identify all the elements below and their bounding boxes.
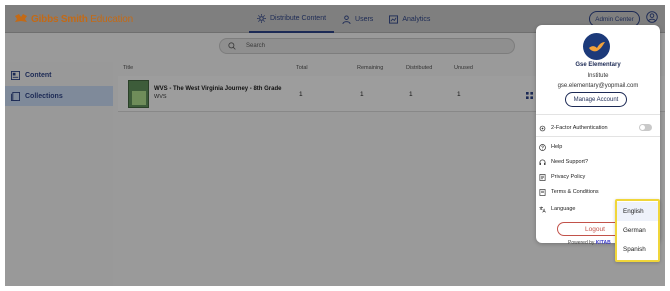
language-option-spanish[interactable]: Spanish	[617, 240, 658, 259]
book-cover-thumbnail	[128, 80, 149, 108]
tab-label: Analytics	[402, 15, 431, 23]
search-input[interactable]: Search	[246, 43, 265, 49]
language-icon	[539, 205, 546, 213]
cell-remaining: 1	[360, 91, 364, 98]
search-icon	[228, 42, 236, 50]
column-header-title: Title	[123, 65, 134, 71]
column-header-unused: Unused	[454, 65, 473, 71]
language-dropdown: English German Spanish	[615, 199, 660, 262]
menu-item-support[interactable]: Need Support?	[539, 156, 657, 168]
row-title: WVS - The West Virginia Journey - 8th Gr…	[154, 86, 282, 92]
divider	[536, 136, 660, 137]
profile-role: Institute	[587, 73, 609, 79]
search-bar[interactable]: Search	[219, 38, 515, 54]
cell-unused: 1	[457, 91, 461, 98]
language-option-german[interactable]: German	[617, 221, 658, 240]
column-header-distributed: Distributed	[406, 65, 433, 71]
language-option-english[interactable]: English	[617, 202, 658, 221]
brand-logo[interactable]: Gibbs Smith Education	[14, 10, 133, 28]
profile-email: gse.elementary@yopmail.com	[557, 83, 639, 89]
profile-name: Gse Elementary	[575, 62, 621, 68]
cell-total: 1	[299, 91, 303, 98]
sidebar-item-content[interactable]: Content	[5, 65, 113, 85]
column-header-total: Total	[296, 65, 308, 71]
brand-name: Gibbs Smith Education	[31, 14, 133, 25]
sidebar: Content Collections	[5, 62, 113, 286]
menu-item-terms[interactable]: Terms & Conditions	[539, 186, 657, 198]
tab-label: Users	[355, 15, 374, 23]
users-icon	[342, 14, 351, 24]
app-window: Gibbs Smith Education Distribute Content…	[5, 5, 665, 286]
main-nav: Distribute Content Users Analytics	[249, 5, 438, 33]
avatar	[583, 33, 610, 60]
menu-item-privacy[interactable]: Privacy Policy	[539, 171, 657, 183]
sidebar-item-collections[interactable]: Collections	[5, 86, 113, 106]
shield-gear-icon	[539, 125, 546, 131]
content-icon	[11, 70, 20, 80]
terms-icon	[539, 188, 546, 196]
collections-icon	[11, 91, 20, 101]
bird-logo-icon	[588, 41, 605, 51]
user-account-icon[interactable]	[646, 11, 658, 23]
cell-distributed: 1	[409, 91, 413, 98]
powered-by-prefix: Powered by	[568, 240, 595, 246]
tab-users[interactable]: Users	[334, 5, 381, 33]
logo-icon	[15, 14, 27, 22]
help-icon	[539, 143, 546, 151]
row-code: WVS	[154, 94, 167, 100]
menu-item-label: Privacy Policy	[551, 174, 586, 180]
tab-analytics[interactable]: Analytics	[381, 5, 438, 33]
brand-name-bold: Gibbs Smith	[31, 13, 88, 25]
analytics-icon	[389, 14, 399, 24]
powered-by: Powered by KITAB	[568, 240, 611, 246]
manage-account-button[interactable]: Manage Account	[565, 92, 627, 107]
sidebar-item-label: Content	[25, 71, 52, 79]
menu-item-label: Terms & Conditions	[551, 189, 599, 195]
menu-item-help[interactable]: Help	[539, 141, 657, 153]
tab-label: Distribute Content	[270, 14, 327, 22]
privacy-icon	[539, 173, 546, 181]
brand-name-light: Education	[90, 13, 133, 25]
sidebar-item-label: Collections	[25, 92, 63, 100]
two-factor-toggle[interactable]	[639, 124, 652, 131]
divider	[536, 114, 660, 115]
menu-item-label: Help	[551, 144, 563, 150]
column-header-remaining: Remaining	[357, 65, 384, 71]
menu-item-label: Need Support?	[551, 159, 588, 165]
distribute-icon	[257, 13, 266, 23]
menu-item-label: Language	[551, 206, 576, 212]
two-factor-label: 2-Factor Authentication	[551, 125, 608, 131]
tab-distribute-content[interactable]: Distribute Content	[249, 5, 335, 33]
support-icon	[539, 159, 546, 165]
powered-by-brand: KITAB	[595, 240, 611, 246]
qr-grid-icon[interactable]	[526, 92, 533, 99]
